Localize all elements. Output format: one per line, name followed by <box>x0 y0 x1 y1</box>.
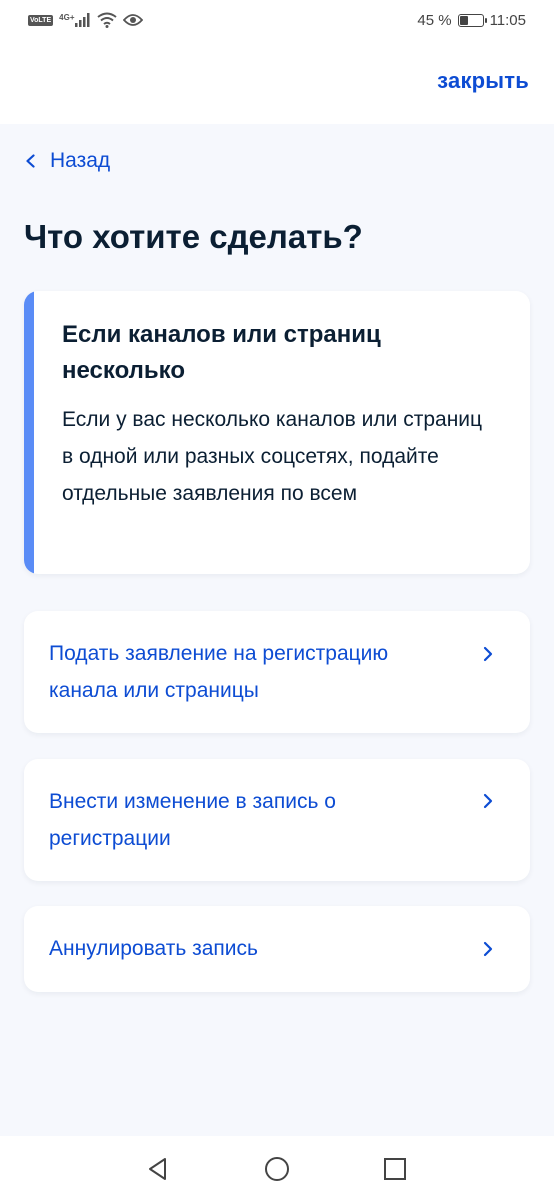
info-title: Если каналов или страниц несколько <box>62 321 381 384</box>
back-button[interactable]: Назад <box>24 146 110 176</box>
option-annul-record[interactable]: Аннулировать запись <box>24 906 530 992</box>
option-label: Внести изменение в запись о регистрации <box>49 790 336 850</box>
info-card: Если каналов или страниц несколько Если … <box>24 291 530 574</box>
battery-icon <box>457 13 487 27</box>
status-bar: VoLTE 4G+ 45 % 11:05 <box>0 0 554 40</box>
chevron-left-icon <box>26 154 35 168</box>
network-indicator: 4G+ <box>59 13 91 27</box>
battery-fill <box>459 15 469 25</box>
option-label: Аннулировать запись <box>49 937 258 960</box>
chevron-right-icon <box>483 941 493 957</box>
recents-square-icon[interactable] <box>382 1156 408 1182</box>
status-right: 45 % 11:05 <box>417 10 526 30</box>
option-label: Подать заявление на регистрацию канала и… <box>49 642 389 702</box>
wifi-icon <box>97 12 118 28</box>
chevron-right-icon <box>483 646 493 662</box>
signal-icon <box>75 13 90 27</box>
status-left: VoLTE 4G+ <box>28 10 144 30</box>
top-area: VoLTE 4G+ 45 % 11:05 закрыть <box>0 0 554 124</box>
info-accent-bar <box>24 291 34 574</box>
chevron-right-icon <box>483 793 493 809</box>
network-type: 4G+ <box>59 13 75 22</box>
eye-icon <box>123 14 144 26</box>
option-register[interactable]: Подать заявление на регистрацию канала и… <box>24 611 530 733</box>
volte-icon: VoLTE <box>28 14 54 26</box>
page-title: Что хотите сделать? <box>24 218 363 255</box>
system-nav-bar <box>0 1136 554 1200</box>
back-label: Назад <box>50 149 111 172</box>
info-text: Если у вас несколько каналов или страниц… <box>62 408 483 505</box>
close-button[interactable]: закрыть <box>437 68 529 94</box>
option-change-record[interactable]: Внести изменение в запись о регистрации <box>24 759 530 881</box>
home-circle-icon[interactable] <box>264 1156 290 1182</box>
clock: 11:05 <box>489 11 526 29</box>
back-triangle-icon[interactable] <box>145 1156 171 1182</box>
battery-percent: 45 % <box>417 11 452 29</box>
